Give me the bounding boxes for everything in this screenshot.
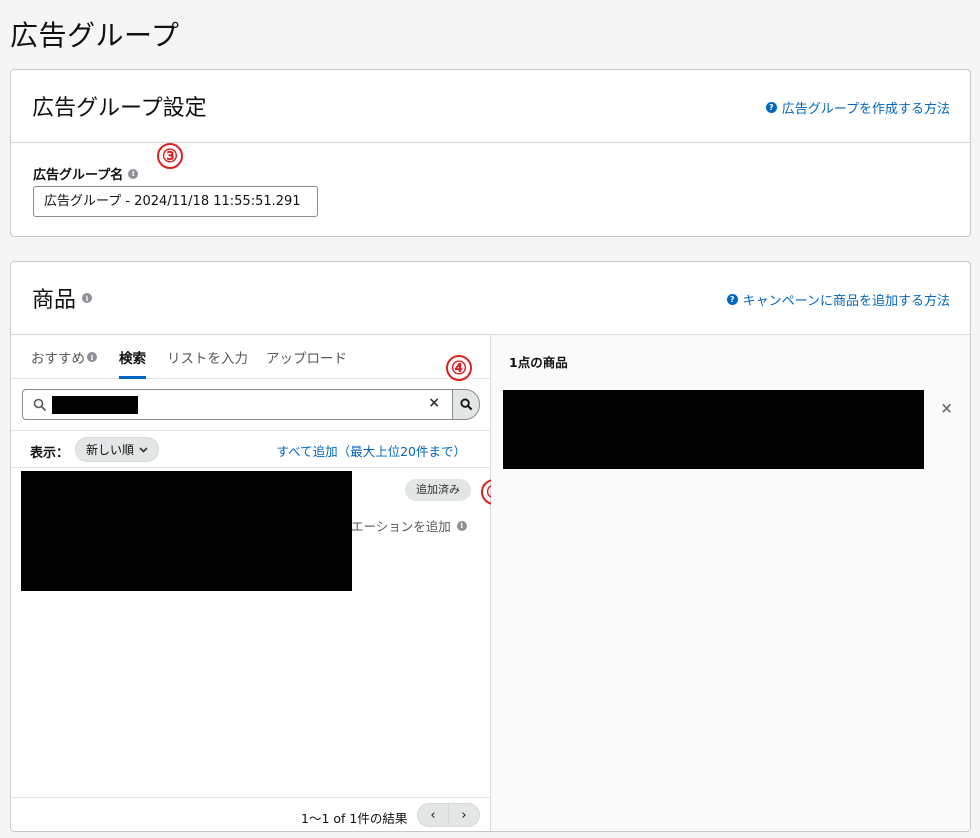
products-title-text: 商品 bbox=[32, 288, 77, 313]
search-button[interactable] bbox=[452, 389, 480, 420]
tab-recommended-label: おすすめ bbox=[31, 351, 85, 367]
pagination: 1～1 of 1件の結果 ‹ › bbox=[11, 797, 490, 831]
annotation-marker-3: ③ bbox=[157, 143, 183, 169]
page-title: 広告グループ bbox=[10, 19, 180, 52]
list-item: 追加済み エーションを追加 i bbox=[11, 468, 490, 598]
redacted-product-info bbox=[21, 471, 352, 591]
products-card: 商品 i ? キャンペーンに商品を追加する方法 おすすめ i 検索 リストを入力… bbox=[10, 261, 971, 832]
remove-product-icon[interactable]: × bbox=[940, 399, 953, 417]
products-title: 商品 i bbox=[32, 282, 93, 314]
annotation-marker-4: ④ bbox=[446, 355, 472, 381]
info-icon[interactable]: i bbox=[82, 293, 93, 303]
chevron-right-icon: › bbox=[461, 807, 467, 823]
sort-dropdown[interactable]: 新しい順 bbox=[75, 437, 160, 462]
tab-upload[interactable]: アップロード bbox=[266, 347, 347, 367]
product-search-pane: おすすめ i 検索 リストを入力 アップロード ④ × 表示： 新しい順 すべて… bbox=[11, 335, 507, 831]
add-all-link[interactable]: すべて追加（最大上位20件まで） bbox=[276, 441, 466, 460]
next-page-button[interactable]: › bbox=[448, 803, 480, 827]
product-tabs: おすすめ i 検索 リストを入力 アップロード bbox=[11, 335, 490, 379]
info-icon: i bbox=[456, 520, 467, 531]
settings-title: 広告グループ設定 bbox=[32, 96, 207, 121]
selected-products-count: 1点の商品 bbox=[509, 355, 568, 370]
search-row: × bbox=[11, 379, 490, 431]
add-products-help-text: キャンペーンに商品を追加する方法 bbox=[742, 294, 950, 309]
ad-group-name-label-text: 広告グループ名 bbox=[33, 168, 124, 183]
ad-group-name-input[interactable]: 広告グループ - 2024/11/18 11:55:51.291 bbox=[33, 186, 318, 217]
add-variation-text: エーションを追加 bbox=[351, 519, 451, 534]
added-badge: 追加済み bbox=[405, 479, 471, 501]
redacted-selected-product bbox=[503, 390, 924, 469]
info-icon: i bbox=[87, 352, 97, 362]
search-icon bbox=[459, 398, 472, 411]
previous-page-button[interactable]: ‹ bbox=[417, 803, 449, 827]
pagination-summary: 1～1 of 1件の結果 bbox=[301, 811, 408, 826]
settings-header: 広告グループ設定 ? 広告グループを作成する方法 bbox=[11, 70, 970, 143]
redacted-search-query bbox=[52, 396, 138, 414]
display-options-row: 表示： 新しい順 すべて追加（最大上位20件まで） bbox=[11, 431, 490, 468]
display-label: 表示： bbox=[30, 446, 70, 461]
search-icon bbox=[33, 397, 47, 416]
ad-group-name-label: 広告グループ名 i bbox=[33, 164, 139, 183]
create-ad-group-help-link[interactable]: ? 広告グループを作成する方法 bbox=[765, 98, 950, 117]
create-ad-group-help-text: 広告グループを作成する方法 bbox=[781, 102, 950, 117]
tab-search[interactable]: 検索 bbox=[119, 347, 146, 367]
tab-recommended[interactable]: おすすめ i bbox=[31, 347, 97, 367]
info-icon[interactable]: i bbox=[128, 168, 139, 179]
add-variation-link[interactable]: エーションを追加 i bbox=[351, 516, 467, 535]
chevron-down-icon bbox=[139, 446, 148, 453]
ad-group-settings-card: 広告グループ設定 ? 広告グループを作成する方法 広告グループ名 i 広告グルー… bbox=[10, 69, 971, 237]
tab-enter-list[interactable]: リストを入力 bbox=[167, 347, 248, 367]
selected-products-pane: 1点の商品 × bbox=[491, 335, 970, 831]
add-products-help-link[interactable]: ? キャンペーンに商品を追加する方法 bbox=[726, 290, 950, 309]
chevron-left-icon: ‹ bbox=[430, 807, 436, 823]
products-header: 商品 i ? キャンペーンに商品を追加する方法 bbox=[11, 262, 970, 335]
question-icon: ? bbox=[765, 102, 777, 113]
sort-value: 新しい順 bbox=[86, 443, 135, 457]
question-icon: ? bbox=[726, 294, 738, 305]
clear-search-icon[interactable]: × bbox=[428, 395, 440, 411]
product-search-input[interactable]: × bbox=[22, 389, 453, 420]
